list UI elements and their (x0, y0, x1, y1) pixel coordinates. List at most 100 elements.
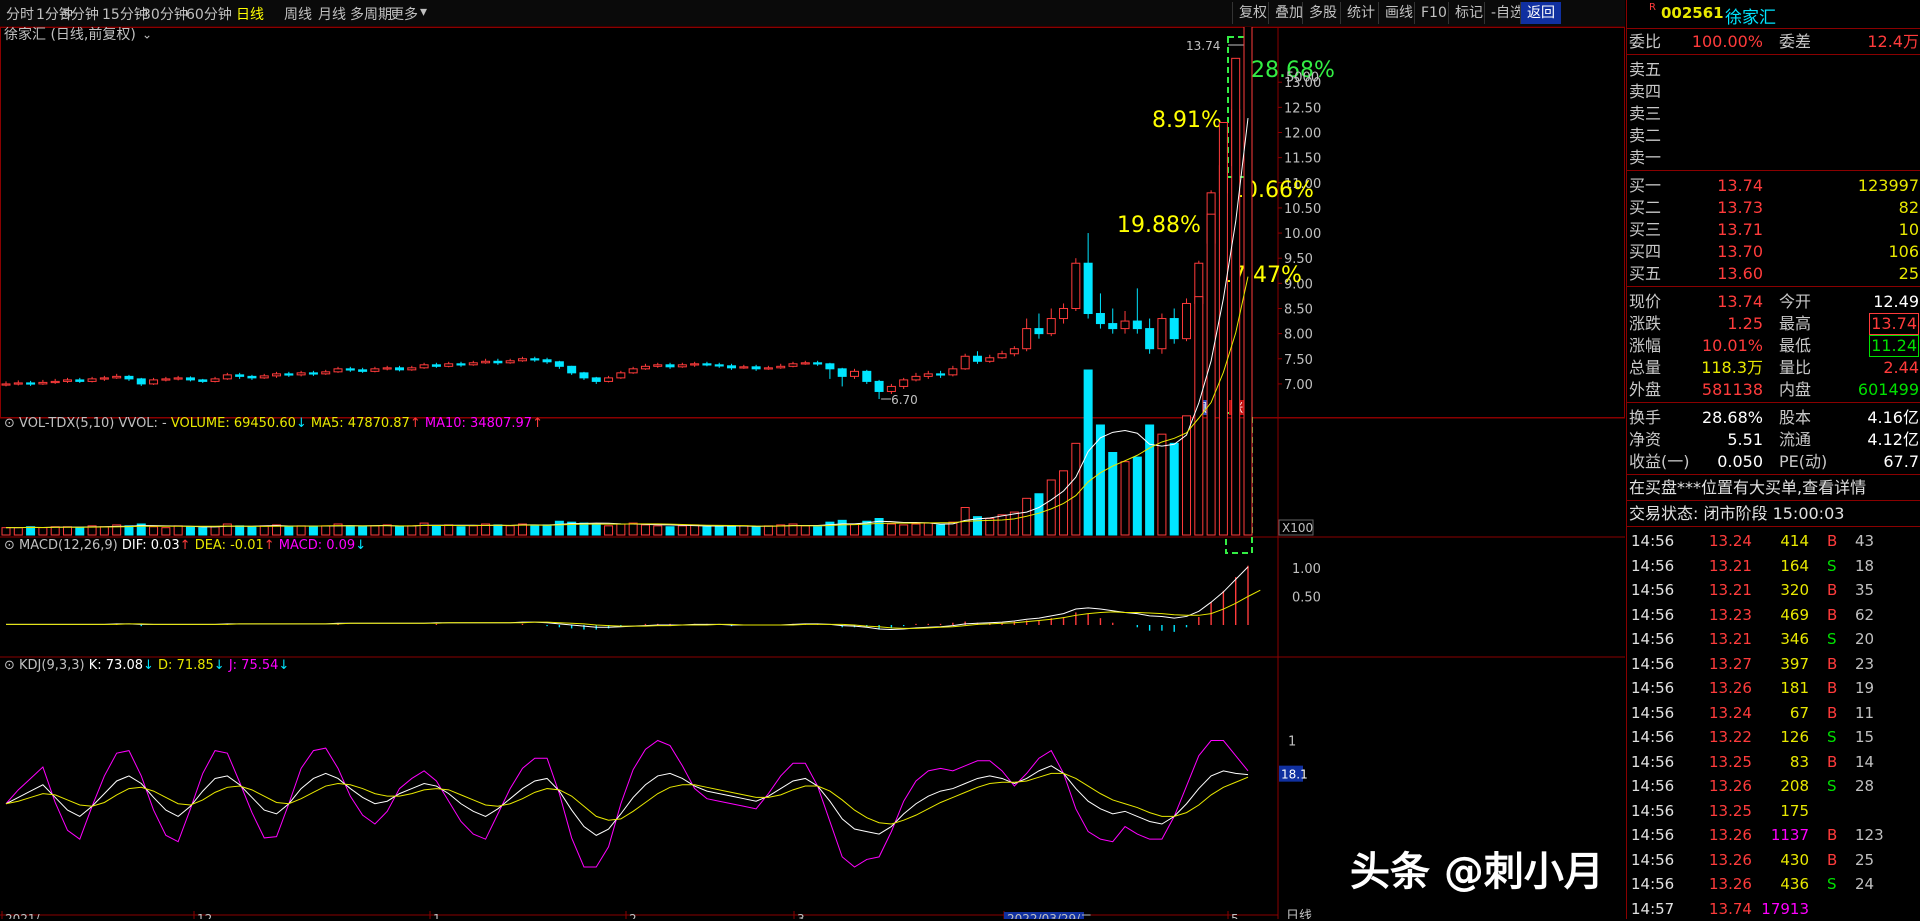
candle (1108, 308, 1118, 334)
volume-bar (370, 525, 380, 536)
candle (1132, 288, 1142, 334)
candle (481, 358, 491, 364)
candle (776, 363, 786, 369)
candle (296, 370, 306, 377)
candle (862, 369, 872, 384)
separator (1627, 526, 1920, 527)
sell-level-row: 卖一 (1627, 146, 1920, 170)
toolbar-button-4[interactable]: 画线 (1378, 2, 1419, 24)
tick-count: 15 (1855, 728, 1875, 746)
period-tab-10[interactable]: 更多 (390, 4, 418, 24)
period-tab-0[interactable]: 分时 (6, 4, 34, 24)
period-tab-8[interactable]: 月线 (318, 4, 346, 24)
kline-chart-area[interactable]: 13.0012.5012.0011.5011.0010.5010.009.509… (0, 27, 1625, 919)
toolbar-button-6[interactable]: 标记 (1448, 2, 1489, 24)
volume-bar (739, 525, 749, 536)
price-panel-frame (0, 27, 1625, 418)
toolbar-button-2[interactable]: 多股 (1302, 2, 1343, 24)
candle (235, 372, 245, 379)
tick-count: 19 (1855, 679, 1875, 697)
volume-bar (161, 527, 171, 536)
volume-bar (124, 525, 134, 536)
separator (1627, 286, 1920, 287)
period-tab-3[interactable]: 15分钟 (102, 4, 148, 24)
diff-value: 12.4万 (1867, 32, 1919, 51)
tick-volume: 17913 (1761, 899, 1809, 918)
tick-volume: 469 (1780, 605, 1809, 624)
tick-row: 14:56 13.21 320 B 35 (1627, 578, 1920, 602)
period-tab-2[interactable]: 5分钟 (62, 4, 99, 24)
tick-side: S (1827, 630, 1837, 648)
volume-bar (886, 523, 896, 536)
candle (431, 362, 441, 368)
tick-time: 14:57 (1631, 899, 1675, 918)
notice-text[interactable]: 在买盘***位置有大买单,查看详情 (1629, 476, 1866, 500)
diff-label: 委差 (1779, 32, 1812, 51)
stat-label: 内盘 (1779, 380, 1812, 399)
volume-bar (800, 525, 810, 536)
volume-bar (653, 525, 663, 536)
volume-bar (554, 520, 564, 536)
stat-row: 收益(一) 0.050 PE(动) 67.7 (1627, 450, 1920, 474)
tick-volume: 346 (1780, 630, 1809, 648)
price-axis-label: 10.00 (1284, 227, 1321, 242)
tick-time: 14:56 (1631, 679, 1675, 697)
buy-price: 13.71 (1717, 220, 1763, 239)
tick-side: B (1827, 679, 1838, 697)
candle (1095, 293, 1105, 329)
buy-level-row: 买一 13.74 123997 (1627, 174, 1920, 198)
period-tab-4[interactable]: 30分钟 (142, 4, 188, 24)
candle (333, 366, 343, 373)
buy-level-row: 买四 13.70 106 (1627, 240, 1920, 264)
volume-bar (1243, 27, 1253, 536)
candle (1034, 313, 1044, 339)
volume-bar (13, 527, 23, 536)
title-dropdown-icon[interactable]: ⌄ (142, 28, 152, 42)
tick-row: 14:56 13.26 430 B 25 (1627, 848, 1920, 872)
candle (874, 379, 884, 399)
volume-bar (665, 526, 675, 536)
candle (997, 350, 1007, 359)
more-dropdown-icon[interactable]: ▾ (420, 4, 427, 20)
sell-level-row: 卖三 (1627, 102, 1920, 126)
candle (247, 374, 257, 380)
stat-value: 10.01% (1701, 336, 1763, 355)
candle (210, 376, 220, 383)
period-label: 日线 (1286, 909, 1312, 919)
volume-bar (1218, 122, 1228, 536)
toolbar-button-3[interactable]: 统计 (1340, 2, 1381, 24)
macd-legend-dea: DEA: -0.01 (195, 538, 264, 553)
tick-time: 14:56 (1631, 556, 1675, 575)
stock-code: 002561 (1661, 4, 1724, 22)
candle (50, 378, 60, 384)
volume-bar (936, 524, 946, 536)
volume-bar (173, 525, 183, 536)
tick-row: 14:56 13.26 181 B 19 (1627, 676, 1920, 700)
period-tab-6[interactable]: 日线 (236, 4, 264, 24)
candle (161, 376, 171, 382)
period-tab-5[interactable]: 60分钟 (186, 4, 232, 24)
volume-bar (923, 522, 933, 536)
tick-row: 14:56 13.21 346 S 20 (1627, 627, 1920, 651)
stock-name[interactable]: 徐家汇 (1725, 3, 1776, 28)
stat-value: 1.25 (1727, 314, 1763, 333)
tick-side: S (1827, 556, 1837, 575)
tick-count: 35 (1855, 581, 1875, 599)
stat-value: 118.3万 (1701, 358, 1763, 377)
toolbar-button-0[interactable]: 复权 (1232, 2, 1273, 24)
period-tab-9[interactable]: 多周期 (350, 4, 392, 24)
separator (1627, 54, 1920, 55)
candle (628, 366, 638, 374)
tick-volume: 436 (1780, 875, 1809, 893)
stat-value: 12.49 (1873, 292, 1919, 311)
buy-volume: 123997 (1857, 176, 1919, 195)
chart-title[interactable]: 徐家汇 (日线,前复权) (4, 27, 136, 43)
tick-count: 18 (1855, 556, 1875, 575)
period-tab-7[interactable]: 周线 (284, 4, 312, 24)
stock-header: R 002561 徐家汇 (1627, 0, 1920, 29)
price-axis-label: 10.50 (1284, 202, 1321, 217)
candle (960, 353, 970, 370)
pct-annotation: 8.91% (1152, 108, 1222, 133)
toolbar-button-8[interactable]: 返回 (1520, 2, 1561, 24)
stat-label: 今开 (1779, 292, 1812, 311)
